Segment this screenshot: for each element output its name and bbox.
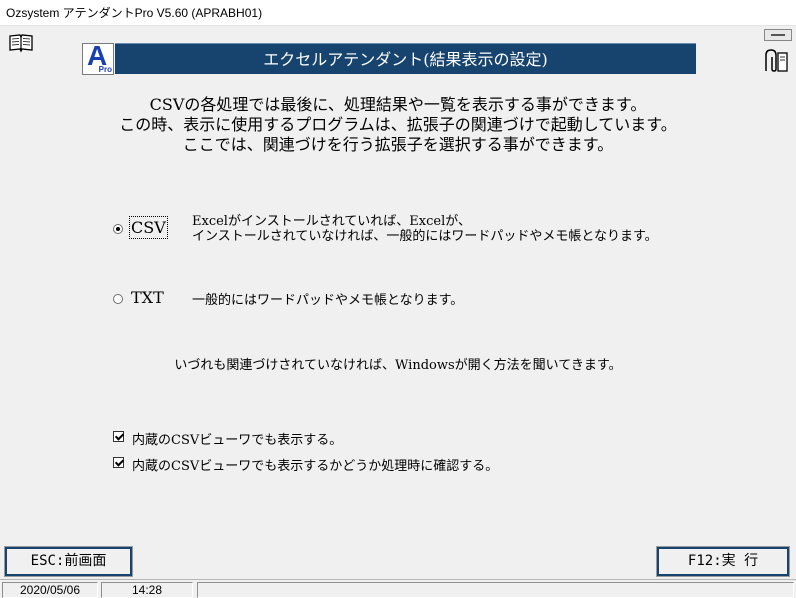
show-viewer-label[interactable]: 内蔵のCSVビューワでも表示する。 [132,429,342,448]
confirm-viewer-checkbox[interactable] [113,457,124,468]
csv-description: Excelがインストールされていれば、Excelが、 インストールされていなけれ… [192,214,658,244]
esc-back-button[interactable]: ESC:前画面 [4,546,133,577]
show-viewer-checkbox[interactable] [113,431,124,442]
csv-radio-label[interactable]: CSV [129,216,168,239]
intro-line-2: この時、表示に使用するプログラムは、拡張子の関連づけで起動しています。 [119,115,677,134]
txt-radio-label[interactable]: TXT [131,288,164,307]
page-title: エクセルアテンダント(結果表示の設定) [115,43,696,74]
csv-description-line-2: インストールされていなければ、一般的にはワードパッドやメモ帳となります。 [192,229,658,244]
logo-sub: Pro [98,65,112,74]
main-window: A Pro エクセルアテンダント(結果表示の設定) CSVの各処理では最後に、処… [0,27,796,598]
association-note: いづれも関連づけされていなければ、Windowsが開く方法を聞いてきます。 [174,358,622,373]
app-logo: A Pro [82,40,114,75]
status-time: 14:28 [101,582,193,598]
status-message [197,582,794,598]
intro-text: CSVの各処理では最後に、処理結果や一覧を表示する事ができます。 この時、表示に… [0,95,796,155]
csv-description-line-1: Excelがインストールされていれば、Excelが、 [192,214,471,229]
intro-line-1: CSVの各処理では最後に、処理結果や一覧を表示する事ができます。 [149,95,647,114]
status-bar: 2020/05/06 14:28 [0,579,796,598]
minimize-icon[interactable] [764,29,792,41]
csv-radio[interactable] [113,224,123,234]
f12-execute-button[interactable]: F12:実 行 [656,546,790,577]
confirm-viewer-label[interactable]: 内蔵のCSVビューワでも表示するかどうか処理時に確認する。 [132,455,498,474]
book-icon[interactable] [8,33,34,53]
intro-line-3: ここでは、関連づけを行う拡張子を選択する事ができます。 [182,135,614,154]
txt-radio[interactable] [113,294,123,304]
txt-description: 一般的にはワードパッドやメモ帳となります。 [192,293,464,308]
status-date: 2020/05/06 [2,582,98,598]
window-title: Ozsystem アテンダントPro V5.60 (APRABH01) [0,0,796,26]
clip-icon[interactable] [762,47,790,73]
